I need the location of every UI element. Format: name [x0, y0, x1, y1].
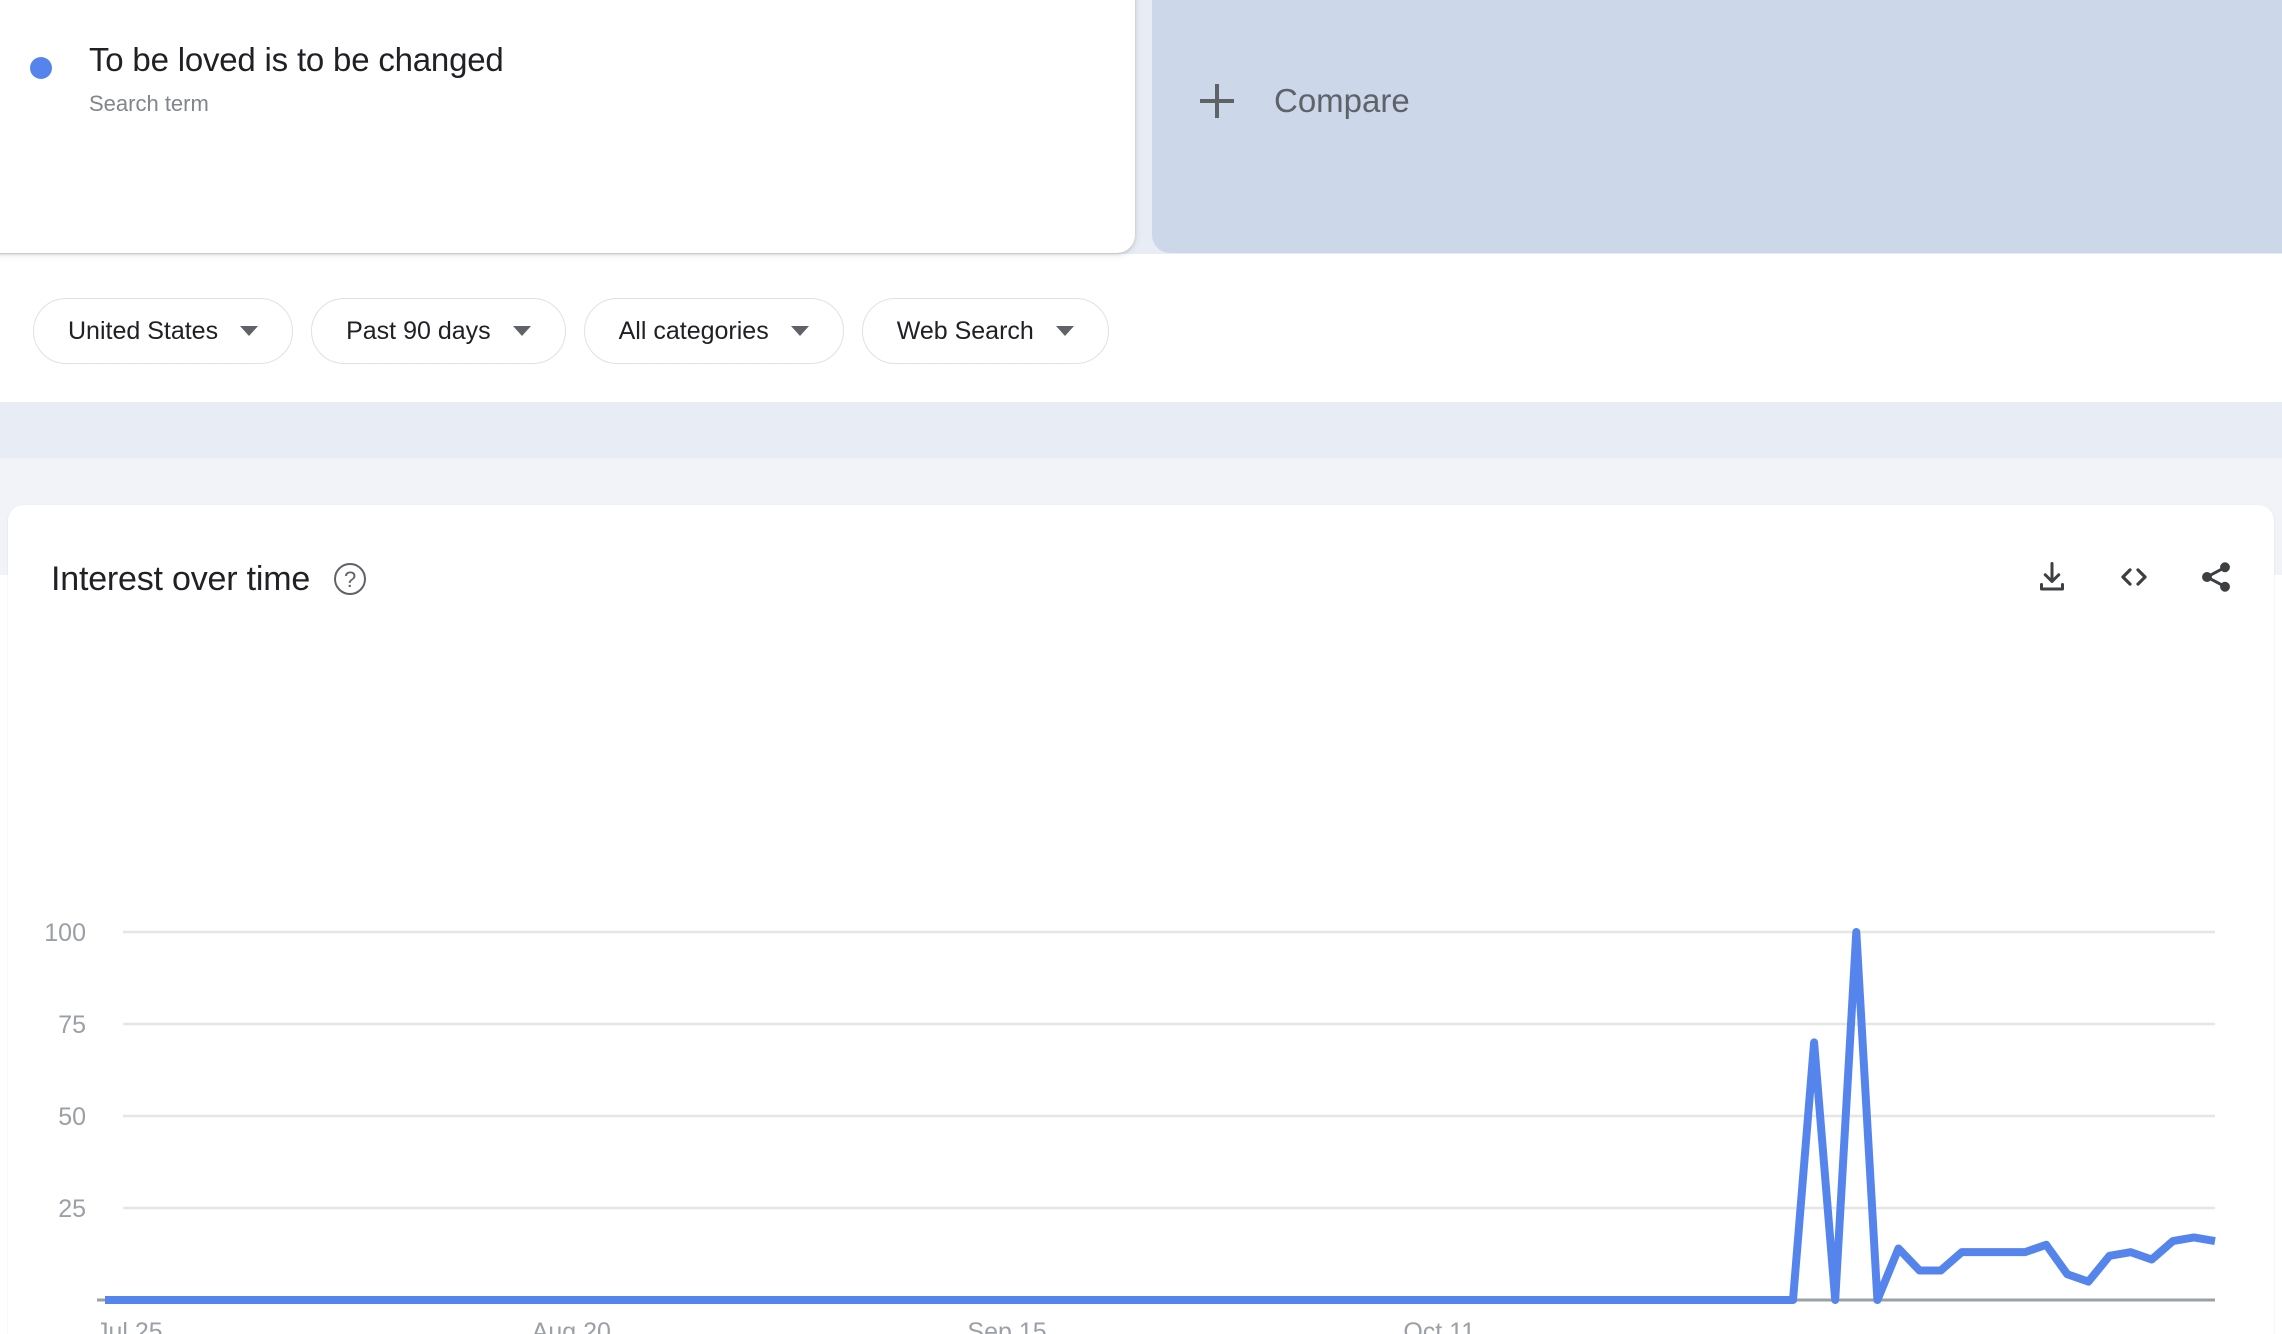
x-axis-tick-label: Aug 20 — [532, 1318, 611, 1334]
help-circle-icon[interactable]: ? — [334, 563, 367, 595]
chevron-down-icon — [790, 326, 809, 336]
chevron-down-icon — [1055, 326, 1074, 336]
background-band-upper — [0, 402, 2282, 458]
chart-y-axis-labels: 100 75 50 25 — [44, 919, 86, 1223]
chart-gridlines — [123, 930, 2215, 1210]
search-term-content: To be loved is to be changed Search term — [30, 40, 504, 118]
y-axis-tick-label: 75 — [58, 1011, 86, 1039]
y-axis-tick-label: 25 — [58, 1195, 86, 1223]
search-term-title: To be loved is to be changed — [89, 41, 504, 78]
compare-label: Compare — [1274, 82, 1410, 119]
download-icon[interactable] — [2032, 557, 2072, 597]
x-axis-tick-label: Jul 25 — [96, 1318, 163, 1334]
chart-title-wrap: Interest over time ? — [51, 559, 367, 599]
filter-chip-group: United States Past 90 days All categorie… — [33, 298, 1109, 364]
chart-svg: 100 75 50 25 Jul 25 Aug 20 Sep 15 Oct 11 — [44, 919, 2216, 1334]
chart-x-axis-labels: Jul 25 Aug 20 Sep 15 Oct 11 — [96, 1318, 1475, 1334]
compare-content: Compare — [1200, 82, 1410, 120]
filter-bar: United States Past 90 days All categorie… — [0, 265, 2282, 402]
chevron-down-icon — [240, 326, 259, 336]
plus-icon — [1200, 84, 1234, 118]
chart-title: Interest over time — [51, 560, 311, 598]
x-axis-tick-label: Oct 11 — [1403, 1318, 1475, 1334]
x-axis-tick-label: Sep 15 — [967, 1318, 1046, 1334]
filter-chip-search-type-label: Web Search — [896, 317, 1034, 345]
compare-panel[interactable]: Compare — [1152, 0, 2282, 253]
filter-chip-category-label: All categories — [618, 317, 769, 345]
filter-chip-location[interactable]: United States — [33, 298, 294, 364]
y-axis-tick-label: 50 — [58, 1103, 86, 1131]
search-term-bar: To be loved is to be changed Search term… — [0, 0, 2282, 254]
interest-over-time-chart[interactable]: 100 75 50 25 Jul 25 Aug 20 Sep 15 Oct 11 — [8, 635, 2274, 1334]
filter-chip-location-label: United States — [68, 317, 219, 345]
filter-chip-time-range[interactable]: Past 90 days — [311, 298, 566, 364]
chevron-down-icon — [512, 326, 531, 336]
chart-header: Interest over time ? — [8, 505, 2274, 635]
filter-chip-search-type[interactable]: Web Search — [861, 298, 1109, 364]
filter-chip-time-range-label: Past 90 days — [346, 317, 491, 345]
interest-over-time-card: Interest over time ? 100 75 50 25 Jul 25… — [8, 505, 2274, 1334]
share-icon[interactable] — [2196, 557, 2236, 597]
search-term-subtitle: Search term — [89, 91, 209, 116]
embed-code-icon[interactable] — [2114, 557, 2154, 597]
chart-actions — [2032, 557, 2236, 597]
background-band-lower — [0, 458, 2282, 505]
filter-chip-category[interactable]: All categories — [583, 298, 844, 364]
series-color-dot — [30, 57, 52, 79]
y-axis-tick-label: 100 — [44, 919, 86, 947]
search-term-texts: To be loved is to be changed Search term — [89, 40, 504, 118]
search-term-card[interactable]: To be loved is to be changed Search term — [0, 0, 1135, 253]
